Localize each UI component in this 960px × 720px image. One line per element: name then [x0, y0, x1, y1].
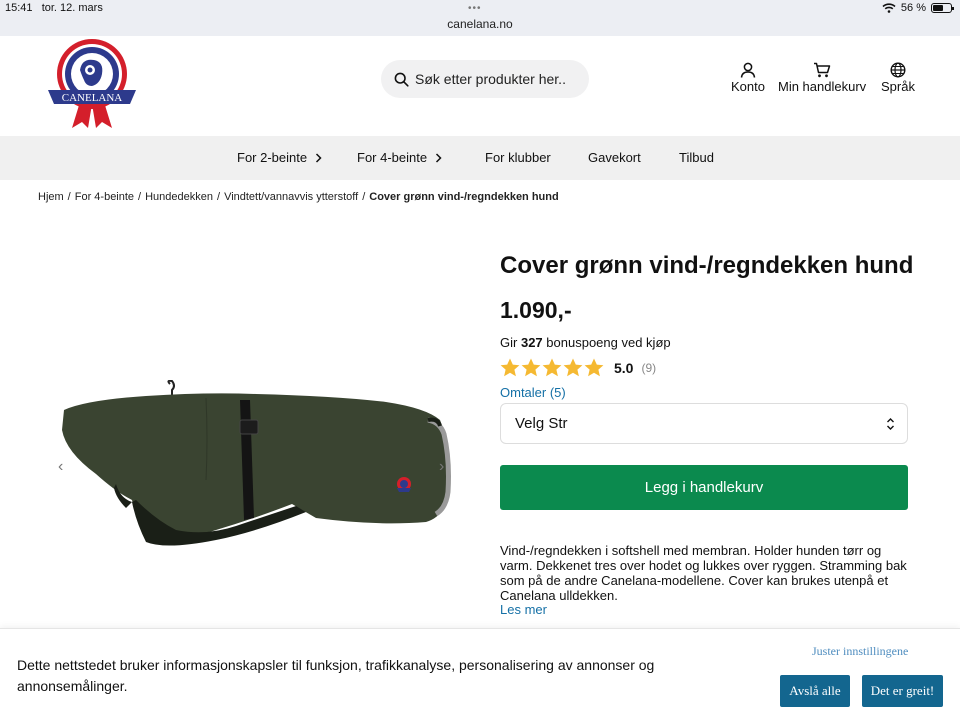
- nav-item-for-4-beinte[interactable]: For 4-beinte: [357, 150, 442, 165]
- search-input[interactable]: [415, 71, 585, 87]
- nav-item-for-klubber[interactable]: For klubber: [485, 150, 551, 165]
- battery-icon: [931, 3, 954, 13]
- star-icon: [584, 358, 604, 377]
- logo-text: CANELANA: [62, 92, 123, 104]
- chevron-right-icon: [436, 152, 442, 163]
- breadcrumb-link[interactable]: Hjem: [38, 191, 64, 203]
- star-icon: [521, 358, 541, 377]
- status-bar: 15:41 tor. 12. mars ••• canelana.no 56 %: [0, 0, 960, 36]
- nav-item-gavekort[interactable]: Gavekort: [588, 150, 641, 165]
- language-link[interactable]: Språk: [881, 62, 915, 94]
- product-description: Vind-/regndekken i softshell med membran…: [500, 543, 907, 603]
- language-label: Språk: [881, 79, 915, 94]
- cart-link[interactable]: Min handlekurv: [778, 62, 866, 94]
- nav-item-label: For 2-beinte: [237, 150, 308, 165]
- nav-item-label: Gavekort: [588, 150, 641, 165]
- star-icon: [542, 358, 562, 377]
- breadcrumb-separator: /: [138, 191, 142, 203]
- account-label: Konto: [731, 79, 765, 94]
- wifi-icon: [882, 3, 896, 13]
- breadcrumb-link[interactable]: Vindtett/vannavvis ytterstoff: [224, 191, 358, 203]
- account-link[interactable]: Konto: [731, 62, 765, 94]
- search-icon: [394, 72, 409, 87]
- nav-item-label: Tilbud: [679, 150, 714, 165]
- battery-percent: 56 %: [900, 2, 926, 14]
- size-select[interactable]: Velg Str: [500, 403, 908, 444]
- product-title: Cover grønn vind-/regndekken hund: [500, 252, 914, 279]
- breadcrumb-link[interactable]: For 4-beinte: [75, 191, 134, 203]
- rating-value: 5.0: [614, 359, 634, 376]
- address-bar[interactable]: canelana.no: [0, 17, 960, 31]
- globe-icon: [890, 62, 906, 78]
- cart-label: Min handlekurv: [778, 79, 867, 94]
- carousel-next-icon[interactable]: ›: [439, 458, 444, 476]
- chevron-right-icon: [316, 152, 322, 163]
- accept-cookies-button[interactable]: Det er greit!: [862, 675, 943, 707]
- star-icon: [500, 358, 520, 377]
- reject-all-button[interactable]: Avslå alle: [780, 675, 850, 707]
- reviews-link[interactable]: Omtaler (5): [500, 385, 566, 400]
- status-time: 15:41 tor. 12. mars: [5, 2, 103, 14]
- nav-item-for-2-beinte[interactable]: For 2-beinte: [237, 150, 322, 165]
- canelana-logo[interactable]: CANELANA: [46, 36, 138, 130]
- rating-stars: [500, 358, 604, 377]
- more-dots-icon[interactable]: •••: [468, 3, 482, 14]
- site-header: CANELANA Konto Min handlekurv Spr: [0, 36, 960, 136]
- product-price: 1.090,-: [500, 297, 572, 323]
- cookie-banner: Dette nettstedet bruker informasjonskaps…: [0, 628, 960, 720]
- read-more-link[interactable]: Les mer: [500, 602, 547, 617]
- status-right: 56 %: [882, 2, 954, 14]
- cookie-settings-link[interactable]: Juster innstillingene: [812, 644, 908, 659]
- main-nav: For 2-beinte For 4-beinte For klubber Ga…: [0, 136, 960, 180]
- nav-item-label: For klubber: [485, 150, 551, 165]
- nav-item-label: For 4-beinte: [357, 150, 428, 165]
- size-select-value: Velg Str: [515, 415, 568, 432]
- breadcrumb: Hjem / For 4-beinte / Hundedekken / Vindtett/v…: [38, 191, 559, 203]
- cart-icon: [814, 62, 831, 78]
- search-bar[interactable]: [381, 60, 589, 98]
- breadcrumb-separator: /: [217, 191, 221, 203]
- breadcrumb-link[interactable]: Hundedekken: [145, 191, 213, 203]
- breadcrumb-current: Cover grønn vind-/regndekken hund: [369, 191, 559, 203]
- user-icon: [740, 62, 756, 78]
- star-icon: [563, 358, 583, 377]
- select-arrows-icon: [887, 418, 894, 430]
- rating-count: (9): [641, 360, 657, 375]
- nav-item-tilbud[interactable]: Tilbud: [679, 150, 714, 165]
- breadcrumb-separator: /: [362, 191, 366, 203]
- breadcrumb-separator: /: [67, 191, 71, 203]
- bonus-points: Gir 327 bonuspoeng ved kjøp: [500, 335, 671, 350]
- product-image[interactable]: [56, 380, 456, 556]
- add-to-cart-button[interactable]: Legg i handlekurv: [500, 465, 908, 510]
- carousel-prev-icon[interactable]: ‹: [58, 458, 63, 476]
- product-rating: 5.0 (9): [500, 358, 656, 377]
- cookie-text: Dette nettstedet bruker informasjonskaps…: [17, 657, 655, 694]
